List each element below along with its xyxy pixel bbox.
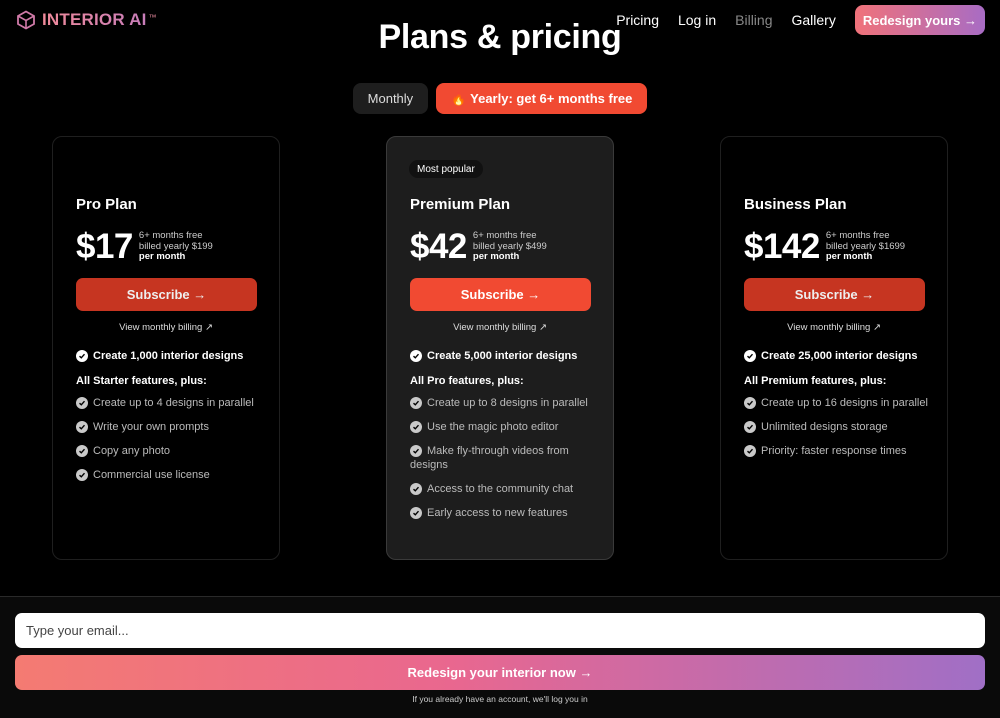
check-circle-icon: [76, 350, 88, 362]
list-item: Write your own prompts: [76, 420, 261, 434]
view-monthly-billing-link[interactable]: View monthly billing ↗: [721, 322, 947, 333]
check-circle-icon: [76, 397, 88, 409]
most-popular-badge: Most popular: [409, 160, 483, 178]
check-circle-icon: [744, 421, 756, 433]
monthly-toggle-button[interactable]: Monthly: [352, 83, 429, 114]
login-note: If you already have an account, we'll lo…: [412, 694, 588, 704]
per-month-label: per month: [472, 251, 520, 263]
subscribe-button[interactable]: Subscribe →: [410, 278, 591, 311]
feature-list: Create 1,000 interior designs All Starte…: [76, 349, 261, 492]
feature-subheading: All Pro features, plus:: [410, 375, 524, 387]
price-info: 6+ months free billed yearly $1699 per m…: [826, 231, 905, 263]
list-item: Commercial use license: [76, 468, 261, 482]
plan-name: Premium Plan: [410, 196, 511, 213]
list-item: Use the magic photo editor: [410, 420, 595, 434]
feature-label: Early access to new features: [427, 507, 568, 519]
feature-subheading: All Starter features, plus:: [76, 375, 207, 387]
check-circle-icon: [76, 469, 88, 481]
list-item: Priority: faster response times: [744, 444, 929, 458]
feature-label: Copy any photo: [93, 445, 171, 457]
main-feature: Create 5,000 interior designs: [410, 349, 595, 363]
check-circle-icon: [744, 397, 756, 409]
feature-label: Write your own prompts: [93, 421, 209, 433]
check-circle-icon: [410, 483, 422, 495]
feature-label: Priority: faster response times: [761, 445, 907, 457]
feature-label: Access to the community chat: [427, 483, 574, 495]
feature-label: Unlimited designs storage: [761, 421, 888, 433]
per-month-label: per month: [138, 251, 186, 263]
redesign-interior-button[interactable]: Redesign your interior now →: [15, 655, 985, 690]
feature-label: Make fly-through videos from designs: [410, 445, 569, 471]
check-circle-icon: [76, 421, 88, 433]
price-row: $42 6+ months free billed yearly $499 pe…: [410, 227, 547, 267]
feature-label: Create up to 4 designs in parallel: [93, 397, 254, 409]
check-circle-icon: [410, 445, 422, 457]
list-item: Unlimited designs storage: [744, 420, 929, 434]
feature-label: Commercial use license: [93, 469, 210, 481]
plan-name: Pro Plan: [76, 196, 137, 213]
main-feature-label: Create 1,000 interior designs: [93, 350, 244, 362]
yearly-toggle-label: Yearly: get 6+ months free: [470, 91, 633, 106]
price-info: 6+ months free billed yearly $199 per mo…: [139, 231, 213, 263]
plan-price: $42: [410, 227, 467, 266]
plan-card-business: Business Plan $142 6+ months free billed…: [720, 136, 948, 560]
list-item: Early access to new features: [410, 506, 595, 520]
main-feature: Create 1,000 interior designs: [76, 349, 261, 363]
plan-card-pro: Pro Plan $17 6+ months free billed yearl…: [52, 136, 280, 560]
check-circle-icon: [410, 507, 422, 519]
page-title: Plans & pricing: [378, 18, 622, 56]
main-feature-label: Create 25,000 interior designs: [761, 350, 918, 362]
check-circle-icon: [744, 445, 756, 457]
billing-toggle: Monthly 🔥 Yearly: get 6+ months free: [0, 83, 1000, 114]
view-monthly-billing-link[interactable]: View monthly billing ↗: [387, 322, 613, 333]
price-row: $142 6+ months free billed yearly $1699 …: [744, 227, 905, 267]
plan-name: Business Plan: [744, 196, 847, 213]
email-input[interactable]: [15, 613, 985, 648]
feature-list: Create 5,000 interior designs All Pro fe…: [410, 349, 595, 530]
plan-price: $17: [76, 227, 133, 266]
price-row: $17 6+ months free billed yearly $199 pe…: [76, 227, 213, 267]
signup-bar: Redesign your interior now → If you alre…: [0, 596, 1000, 718]
plan-price: $142: [744, 227, 820, 266]
list-item: Create up to 4 designs in parallel: [76, 396, 261, 410]
feature-list: Create 25,000 interior designs All Premi…: [744, 349, 929, 468]
check-circle-icon: [744, 350, 756, 362]
subscribe-button[interactable]: Subscribe →: [76, 278, 257, 311]
view-monthly-billing-link[interactable]: View monthly billing ↗: [53, 322, 279, 333]
check-circle-icon: [76, 445, 88, 457]
main-feature-label: Create 5,000 interior designs: [427, 350, 578, 362]
main-feature: Create 25,000 interior designs: [744, 349, 929, 363]
flame-icon: 🔥: [451, 91, 467, 106]
feature-label: Use the magic photo editor: [427, 421, 559, 433]
price-info: 6+ months free billed yearly $499 per mo…: [473, 231, 547, 263]
list-item: Create up to 16 designs in parallel: [744, 396, 929, 410]
check-circle-icon: [410, 421, 422, 433]
list-item: Access to the community chat: [410, 482, 595, 496]
check-circle-icon: [410, 350, 422, 362]
feature-subheading: All Premium features, plus:: [744, 375, 887, 387]
list-item: Copy any photo: [76, 444, 261, 458]
feature-label: Create up to 8 designs in parallel: [427, 397, 588, 409]
per-month-label: per month: [825, 251, 873, 263]
list-item: Create up to 8 designs in parallel: [410, 396, 595, 410]
check-circle-icon: [410, 397, 422, 409]
plan-card-premium: Most popular Premium Plan $42 6+ months …: [386, 136, 614, 560]
yearly-toggle-button[interactable]: 🔥 Yearly: get 6+ months free: [436, 83, 648, 114]
subscribe-button[interactable]: Subscribe →: [744, 278, 925, 311]
list-item: Make fly-through videos from designs: [410, 444, 595, 472]
feature-label: Create up to 16 designs in parallel: [761, 397, 928, 409]
